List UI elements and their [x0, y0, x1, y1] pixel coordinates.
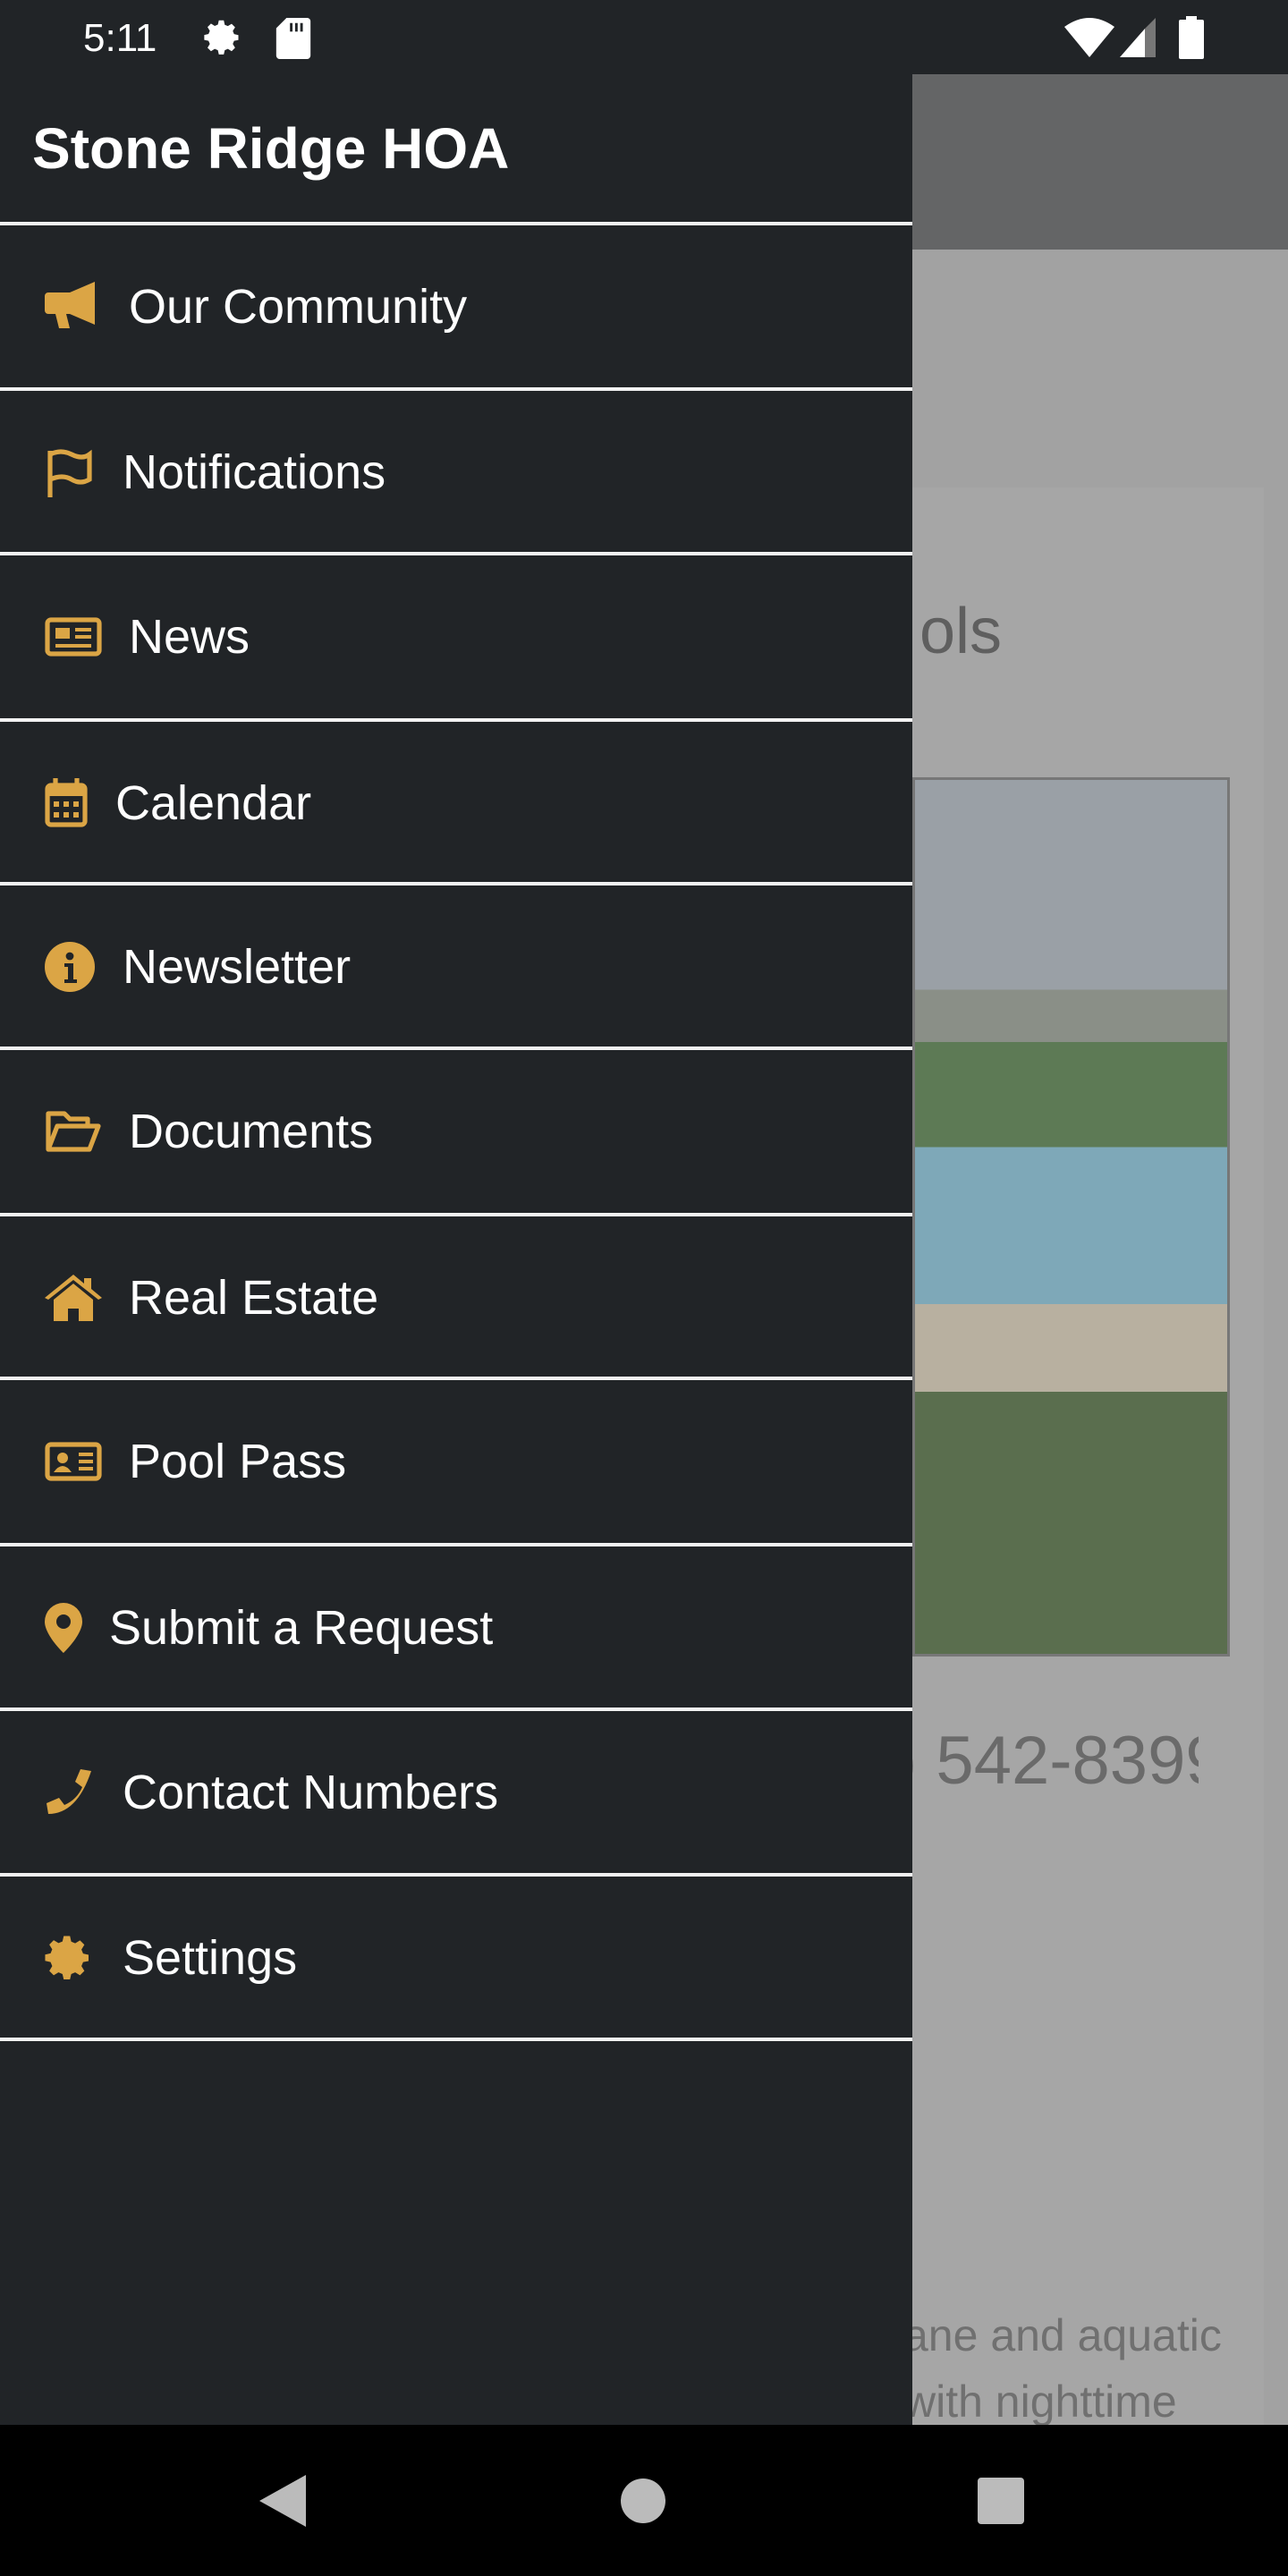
flag-icon [45, 445, 104, 499]
drawer-title: Stone Ridge HOA [32, 116, 510, 181]
drawer-item-label: Settings [123, 1930, 298, 1985]
drawer-item-news[interactable]: News [0, 555, 912, 717]
calendar-icon [45, 776, 104, 830]
folder-open-icon [45, 1105, 104, 1158]
drawer-item-label: Notifications [123, 445, 386, 499]
phone-icon [45, 1766, 104, 1819]
background-phone: ) 542-8399 [894, 1723, 1199, 1799]
drawer-item-pool-pass[interactable]: Pool Pass [0, 1380, 912, 1542]
recents-icon[interactable] [978, 2477, 1024, 2524]
back-icon[interactable] [259, 2474, 306, 2527]
gear-icon [204, 20, 239, 55]
drawer-item-label: News [129, 609, 250, 664]
cog-icon [45, 1931, 104, 1985]
info-circle-icon [45, 940, 104, 994]
drawer-item-label: Pool Pass [129, 1434, 347, 1488]
sd-card-icon [275, 18, 311, 59]
drawer-item-label: Contact Numbers [123, 1765, 499, 1819]
drawer-item-notifications[interactable]: Notifications [0, 391, 912, 553]
drawer-item-contact-numbers[interactable]: Contact Numbers [0, 1711, 912, 1873]
navigation-drawer: Stone Ridge HOA Our Community Notificati… [0, 74, 912, 2425]
drawer-item-label: Calendar [115, 775, 312, 830]
drawer-item-submit-request[interactable]: Submit a Request [0, 1546, 912, 1708]
drawer-item-newsletter[interactable]: Newsletter [0, 886, 912, 1047]
drawer-item-settings[interactable]: Settings [0, 1877, 912, 2038]
drawer-item-label: Documents [129, 1104, 374, 1158]
status-bar: 5:11 [0, 0, 1288, 74]
battery-icon [1179, 16, 1204, 59]
drawer-item-real-estate[interactable]: Real Estate [0, 1216, 912, 1378]
background-text-line: with nighttime [903, 2377, 1177, 2427]
drawer-item-label: Real Estate [129, 1270, 379, 1325]
drawer-item-calendar[interactable]: Calendar [0, 722, 912, 884]
home-circle-icon[interactable] [621, 2478, 665, 2523]
drawer-item-label: Newsletter [123, 939, 352, 994]
drawer-item-label: Our Community [129, 279, 468, 334]
background-app-bar [912, 74, 1288, 250]
wifi-icon [1064, 18, 1114, 57]
signal-icon [1120, 18, 1156, 57]
megaphone-icon [45, 280, 104, 334]
status-time: 5:11 [83, 16, 157, 60]
drawer-item-documents[interactable]: Documents [0, 1050, 912, 1212]
divider [0, 2038, 912, 2041]
home-icon [45, 1271, 104, 1325]
map-pin-icon [45, 1601, 104, 1655]
background-text-line: ane and aquatic [903, 2310, 1222, 2360]
id-card-icon [45, 1435, 104, 1488]
newspaper-icon [45, 610, 104, 664]
system-nav-bar [0, 2425, 1288, 2576]
pool-photo [912, 777, 1230, 1657]
drawer-item-our-community[interactable]: Our Community [0, 225, 912, 387]
drawer-item-label: Submit a Request [109, 1600, 494, 1655]
